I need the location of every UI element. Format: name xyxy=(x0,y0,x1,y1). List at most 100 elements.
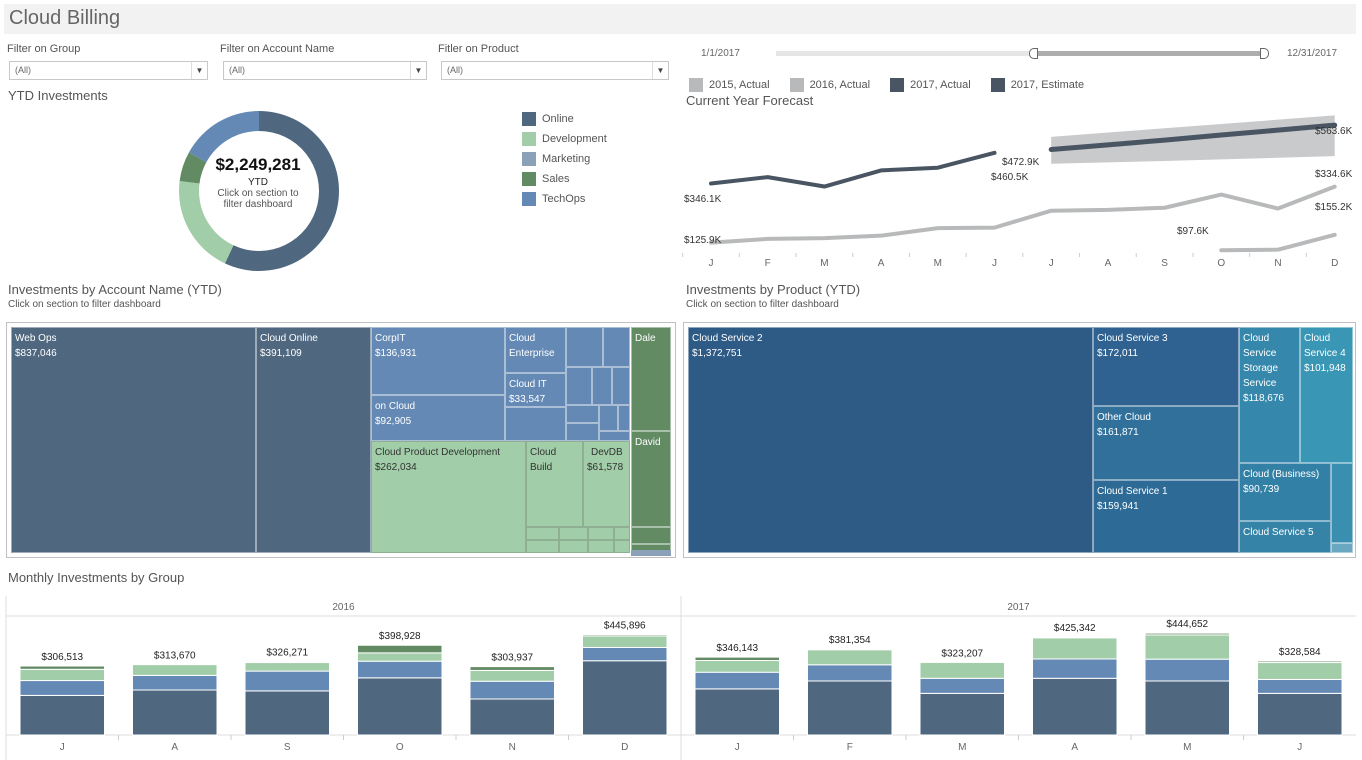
bar-segment-sales[interactable] xyxy=(244,661,330,664)
treemap-cell[interactable] xyxy=(559,540,588,553)
treemap-cell[interactable] xyxy=(588,540,614,553)
treemap-cell-dale[interactable]: Dale xyxy=(631,327,671,431)
filter-product-select[interactable]: (All) ▼ xyxy=(441,61,669,80)
legend-2017-estimate[interactable]: 2017, Estimate xyxy=(990,75,1084,95)
treemap-cell[interactable] xyxy=(566,367,592,405)
bar-segment-techops[interactable] xyxy=(357,660,443,679)
legend-sales[interactable]: Sales xyxy=(522,169,607,189)
line-2015-actual[interactable] xyxy=(1219,232,1337,253)
bar-segment-online[interactable] xyxy=(132,689,218,736)
treemap-cell-on-cloud[interactable]: on Cloud $92,905 xyxy=(371,395,505,441)
legend-online[interactable]: Online xyxy=(522,109,607,129)
bar-segment-online[interactable] xyxy=(357,677,443,736)
treemap-cell-cloud-business[interactable]: Cloud (Business) $90,739 xyxy=(1239,463,1331,521)
treemap-cell-cloud-online[interactable]: Cloud Online $391,109 xyxy=(256,327,371,553)
bar-segment-online[interactable] xyxy=(244,690,330,736)
bar-segment-development[interactable] xyxy=(244,662,330,672)
date-slider-start-handle[interactable] xyxy=(1029,48,1038,59)
treemap-cell[interactable] xyxy=(566,405,599,423)
bar-segment-techops[interactable] xyxy=(132,674,218,691)
legend-2016-actual[interactable]: 2016, Actual xyxy=(789,75,870,95)
treemap-cell-cloud-service-5[interactable]: Cloud Service 5 xyxy=(1239,521,1331,553)
treemap-cell[interactable] xyxy=(631,527,671,544)
bar-segment-techops[interactable] xyxy=(469,680,555,700)
bar-segment-techops[interactable] xyxy=(807,664,893,682)
bar-segment-sales[interactable] xyxy=(582,634,668,637)
bar-segment-online[interactable] xyxy=(807,680,893,736)
legend-development[interactable]: Development xyxy=(522,129,607,149)
treemap-cell-david[interactable]: David xyxy=(631,431,671,527)
legend-techops[interactable]: TechOps xyxy=(522,189,607,209)
bar-segment-sales[interactable] xyxy=(469,666,555,671)
line-2017-actual[interactable] xyxy=(709,150,997,189)
bar-segment-online[interactable] xyxy=(1257,692,1343,736)
bar-segment-techops[interactable] xyxy=(244,670,330,692)
treemap-cell[interactable] xyxy=(592,367,612,405)
bar-segment-development[interactable] xyxy=(357,652,443,662)
filter-account-select[interactable]: (All) ▼ xyxy=(223,61,427,80)
bar-segment-development[interactable] xyxy=(132,664,218,676)
treemap-cell[interactable] xyxy=(614,540,630,553)
treemap-cell[interactable] xyxy=(603,327,630,367)
treemap-cell-cloud-it[interactable]: Cloud IT $33,547 xyxy=(505,373,566,407)
bar-segment-sales[interactable] xyxy=(694,656,780,662)
treemap-cell[interactable] xyxy=(1331,463,1353,543)
bar-segment-development[interactable] xyxy=(1257,662,1343,680)
legend-2015-actual[interactable]: 2015, Actual xyxy=(689,75,770,95)
bar-segment-techops[interactable] xyxy=(1257,678,1343,694)
treemap-cell-web-ops[interactable]: Web Ops $837,046 xyxy=(11,327,256,553)
treemap-cell[interactable] xyxy=(526,540,559,553)
bar-segment-sales[interactable] xyxy=(1144,632,1230,636)
bar-segment-techops[interactable] xyxy=(919,677,1005,694)
treemap-cell[interactable] xyxy=(566,327,603,367)
treemap-cell-cloud-service-2[interactable]: Cloud Service 2 $1,372,751 xyxy=(688,327,1093,553)
treemap-cell-cloud-service-3[interactable]: Cloud Service 3 $172,011 xyxy=(1093,327,1239,406)
bar-segment-online[interactable] xyxy=(19,694,105,736)
treemap-cell[interactable] xyxy=(1331,543,1353,553)
treemap-cell-cloud-build[interactable]: Cloud Build xyxy=(526,441,583,527)
bar-segment-techops[interactable] xyxy=(694,671,780,690)
bar-segment-development[interactable] xyxy=(694,660,780,673)
bar-segment-sales[interactable] xyxy=(19,665,105,670)
bar-segment-development[interactable] xyxy=(19,668,105,682)
bar-segment-sales[interactable] xyxy=(1032,636,1118,639)
bar-segment-development[interactable] xyxy=(1144,634,1230,660)
date-slider-end-handle[interactable] xyxy=(1260,48,1269,59)
treemap-cell-other-cloud[interactable]: Other Cloud $161,871 xyxy=(1093,406,1239,480)
treemap-cell[interactable] xyxy=(599,431,630,441)
chevron-down-icon[interactable]: ▼ xyxy=(410,62,426,79)
bar-segment-online[interactable] xyxy=(582,660,668,736)
treemap-cell-product-development[interactable]: Cloud Product Development $262,034 xyxy=(371,441,526,553)
bar-segment-sales[interactable] xyxy=(807,648,893,651)
bar-segment-techops[interactable] xyxy=(582,646,668,662)
bar-segment-techops[interactable] xyxy=(19,680,105,696)
chevron-down-icon[interactable]: ▼ xyxy=(652,62,668,79)
treemap-cell[interactable] xyxy=(566,423,599,441)
treemap-cell[interactable] xyxy=(559,527,588,540)
legend-2017-actual[interactable]: 2017, Actual xyxy=(890,75,971,95)
treemap-cell[interactable] xyxy=(614,527,630,540)
treemap-cell[interactable] xyxy=(505,407,566,441)
chevron-down-icon[interactable]: ▼ xyxy=(191,62,207,79)
bar-segment-development[interactable] xyxy=(807,649,893,666)
treemap-cell-corpit[interactable]: CorpIT $136,931 xyxy=(371,327,505,395)
bar-segment-online[interactable] xyxy=(1032,677,1118,736)
treemap-cell[interactable] xyxy=(618,405,630,431)
bar-segment-development[interactable] xyxy=(582,635,668,648)
treemap-cell[interactable] xyxy=(599,405,618,431)
treemap-cell-devdb[interactable]: DevDB $61,578 xyxy=(583,441,630,527)
treemap-cell-cloud-enterprise[interactable]: Cloud Enterprise xyxy=(505,327,566,373)
bar-segment-techops[interactable] xyxy=(1144,658,1230,682)
filter-group-select[interactable]: (All) ▼ xyxy=(9,61,208,80)
bar-segment-sales[interactable] xyxy=(357,644,443,654)
treemap-cell-cloud-service-1[interactable]: Cloud Service 1 $159,941 xyxy=(1093,480,1239,553)
treemap-cell-storage-service[interactable]: Cloud Service Storage Service $118,676 xyxy=(1239,327,1300,463)
bar-segment-development[interactable] xyxy=(919,661,1005,679)
treemap-cell[interactable] xyxy=(612,367,630,405)
treemap-cell-cloud-service-4[interactable]: Cloud Service 4 $101,948 xyxy=(1300,327,1353,463)
bar-segment-online[interactable] xyxy=(919,692,1005,736)
bar-segment-online[interactable] xyxy=(694,688,780,736)
line-2016-actual[interactable] xyxy=(709,184,1337,245)
treemap-cell[interactable] xyxy=(588,527,614,540)
treemap-cell[interactable] xyxy=(526,527,559,540)
